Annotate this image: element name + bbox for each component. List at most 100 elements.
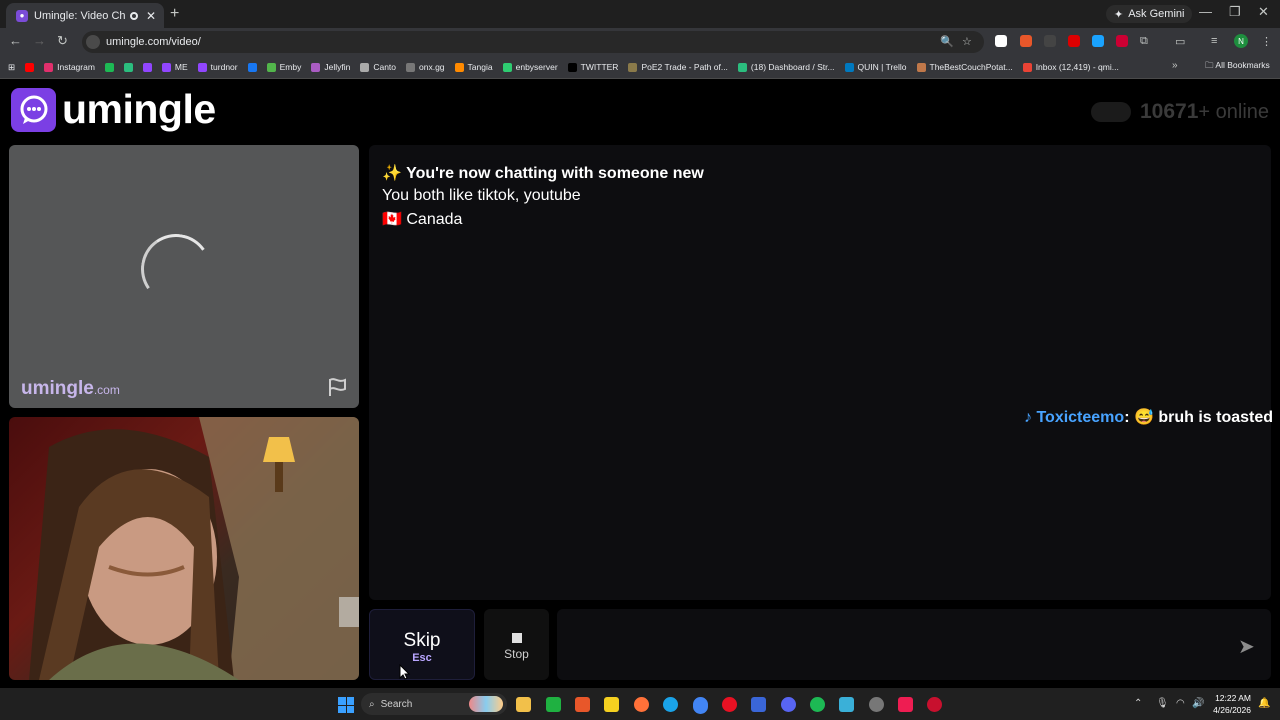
umingle-favicon-icon: ● [16,9,28,22]
chat-log[interactable] [369,145,1271,600]
chat-bubble-logo-icon[interactable] [11,88,56,132]
bookmarks-overflow-icon[interactable]: » [1172,60,1178,71]
volume-icon[interactable]: 🔊 [1192,698,1204,709]
forward-arrow-icon[interactable]: → [33,33,46,48]
all-bookmarks-button[interactable]: 🗀 All Bookmarks [1205,60,1270,74]
microphone-icon[interactable]: 🎙 [1156,698,1169,709]
wifi-icon[interactable]: ◠ [1176,698,1185,709]
obs-icon[interactable] [869,697,884,712]
bookmark-item[interactable]: (18) Dashboard / Str... [737,62,835,72]
sticky-notes-icon[interactable] [604,697,619,712]
folder-icon: 🗀 [1205,60,1214,70]
bookmark-label: (18) Dashboard / Str... [750,62,835,72]
profile-avatar[interactable]: N [1234,34,1248,48]
bookmark-favicon-icon [502,62,512,72]
send-icon[interactable]: ➤ [1238,634,1255,659]
app-red-icon[interactable] [927,697,942,712]
bookmark-item[interactable] [247,62,257,72]
file-explorer-icon[interactable] [516,697,531,712]
opera-icon[interactable] [722,697,737,712]
message-username[interactable]: Toxicteemo [1036,409,1124,426]
close-tab-icon[interactable]: ✕ [146,9,156,23]
extension-red-icon[interactable] [1116,35,1128,47]
extension-youtube-icon[interactable] [1068,35,1080,47]
bookmark-item[interactable]: turdnor [197,62,238,72]
taskbar-search[interactable]: ⌕ Search [361,693,507,715]
bookmark-item[interactable]: PoE2 Trade - Path of... [628,62,728,72]
minimize-window-icon[interactable]: — [1199,4,1212,19]
reload-icon[interactable]: ↻ [57,33,68,49]
bookmark-item[interactable]: onx.gg [406,62,445,72]
bookmark-item[interactable]: Inbox (12,419) - qmi... [1022,62,1119,72]
url-text: umingle.com/video/ [106,36,201,48]
report-flag-icon[interactable] [326,376,348,398]
bookmark-item[interactable]: Emby [266,62,302,72]
bookmark-item[interactable]: Canto [360,62,396,72]
extensions-puzzle-icon[interactable]: ⧉ [1140,35,1148,48]
bookmark-favicon-icon [916,62,926,72]
ask-gemini-button[interactable]: ✦ Ask Gemini [1106,5,1193,23]
bookmark-item[interactable]: Instagram [44,62,95,72]
gemini-sparkle-icon: ✦ [1114,8,1124,21]
site-info-icon[interactable] [86,35,100,49]
stop-square-icon [511,633,522,643]
system-message-new-chat: ✨ You're now chatting with someone new [382,165,704,182]
extension-fox-icon[interactable] [1020,35,1032,47]
chrome-icon[interactable] [693,697,708,712]
firefox-icon[interactable] [634,697,649,712]
tray-overflow-icon[interactable]: ⌃ [1134,698,1142,709]
tiktok-app-icon[interactable] [898,697,913,712]
theme-toggle[interactable] [1091,102,1131,122]
extension-blue-icon[interactable] [1092,35,1104,47]
bookmark-item[interactable] [104,62,114,72]
bookmark-label: Emby [279,62,302,72]
skip-button[interactable]: Skip Esc [369,609,475,680]
apps-grid-icon[interactable]: ⊞ [8,62,15,73]
notification-bell-icon[interactable]: 🔔 [1258,698,1270,709]
message-separator: : [1124,409,1130,426]
bookmark-label: enbyserver [515,62,558,72]
message-input[interactable] [557,609,1271,680]
notepad-icon[interactable] [839,697,854,712]
bookmark-favicon-icon [844,62,854,72]
bookmark-favicon-icon [628,62,638,72]
address-bar[interactable]: umingle.com/video/ [82,31,984,53]
close-window-icon[interactable]: ✕ [1258,4,1269,20]
bookmark-item[interactable]: TWITTER [567,62,618,72]
taskbar-clock[interactable]: 12:22 AM 4/26/2026 [1213,692,1251,716]
bookmark-item[interactable] [142,62,152,72]
all-bookmarks-label: All Bookmarks [1215,60,1270,70]
spotify-icon[interactable] [810,697,825,712]
media-control-icon[interactable]: ≡ [1211,35,1217,47]
zoom-icon[interactable]: 🔍 [940,35,954,48]
new-tab-button[interactable]: + [170,5,179,23]
play-app-icon[interactable] [546,697,561,712]
app-blue-icon[interactable] [751,697,766,712]
edge-icon[interactable] [663,697,678,712]
extension-k-icon[interactable] [995,35,1007,47]
bookmark-item[interactable] [25,62,35,72]
logo-wordmark[interactable]: umingle [62,86,216,133]
tab-search-icon[interactable]: ▭ [1175,35,1185,48]
bookmark-item[interactable]: ME [161,62,188,72]
bookmark-item[interactable]: TheBestCouchPotat... [916,62,1013,72]
bookmark-label: TheBestCouchPotat... [929,62,1013,72]
bookmark-star-icon[interactable]: ☆ [962,35,972,48]
bookmark-item[interactable]: Tangia [454,62,493,72]
bookmark-item[interactable]: QUIN | Trello [844,62,907,72]
online-counter: 10671+ online [1140,100,1269,124]
browser-menu-icon[interactable]: ⋮ [1261,35,1272,48]
bookmark-item[interactable]: enbyserver [502,62,558,72]
restore-window-icon[interactable]: ❐ [1229,4,1241,20]
stop-button[interactable]: Stop [484,609,549,680]
bookmark-favicon-icon [25,62,35,72]
bookmark-label: Instagram [57,62,95,72]
app-orange-icon[interactable] [575,697,590,712]
bookmark-item[interactable] [123,62,133,72]
extension-dark-icon[interactable] [1044,35,1056,47]
back-arrow-icon[interactable]: ← [9,33,22,48]
windows-start-icon[interactable] [338,697,354,713]
bookmark-item[interactable]: Jellyfin [311,62,350,72]
discord-icon[interactable] [781,697,796,712]
browser-tab[interactable]: ● Umingle: Video Chat with S ✕ [6,3,164,28]
